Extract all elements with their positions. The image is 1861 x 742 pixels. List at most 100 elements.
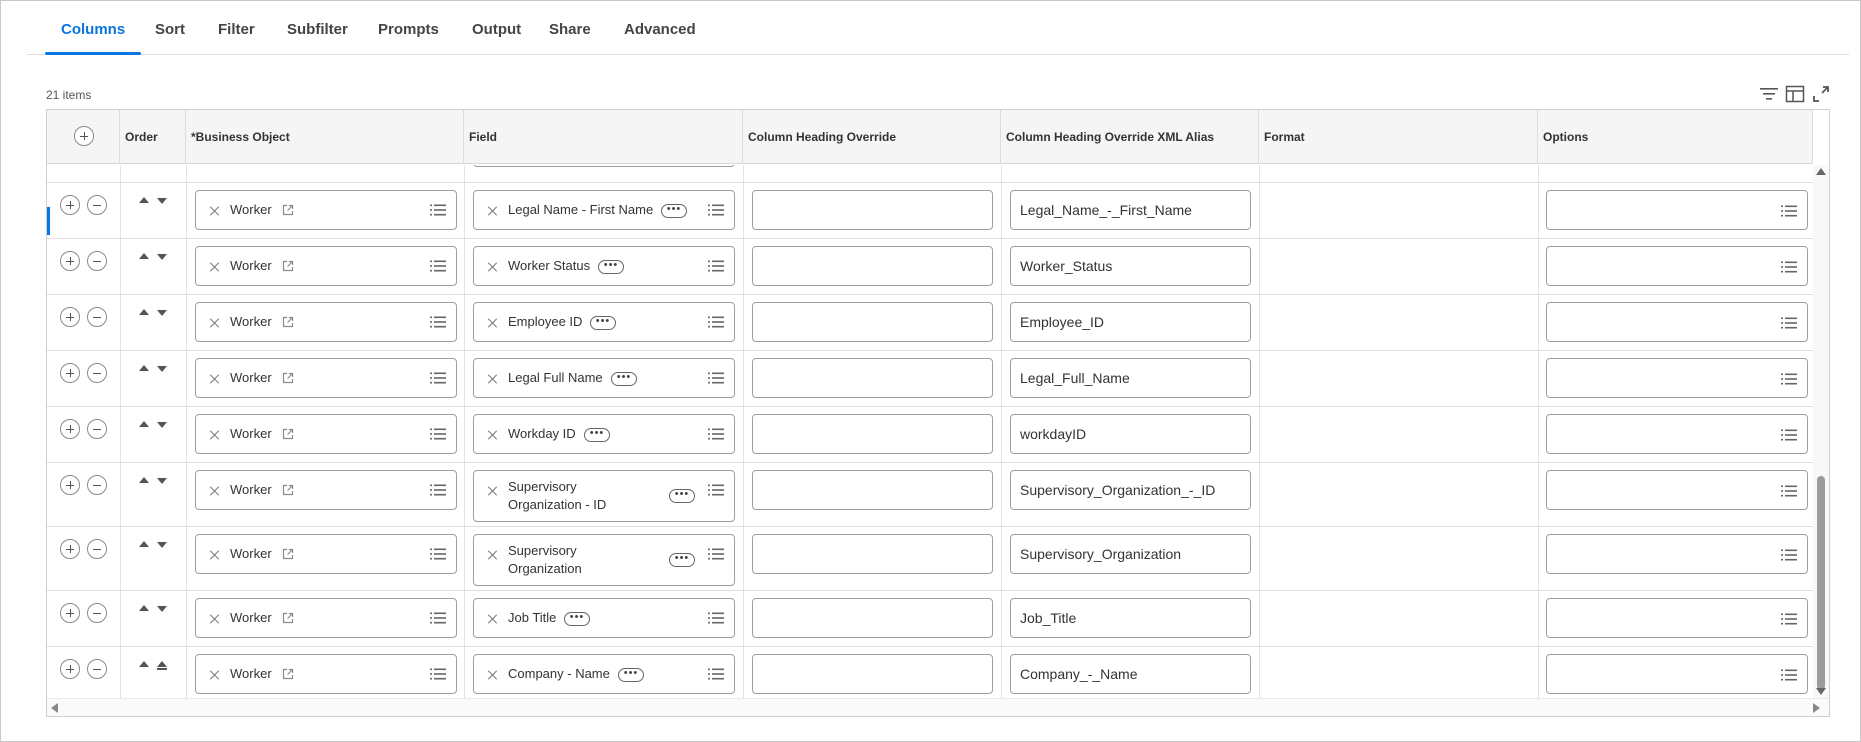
open-link-icon[interactable]: [282, 259, 294, 272]
move-down-icon[interactable]: [157, 366, 167, 372]
remove-business-object-icon[interactable]: [210, 486, 220, 496]
move-down-icon[interactable]: [157, 478, 167, 484]
move-down-icon[interactable]: [157, 422, 167, 428]
prompt-list-icon[interactable]: [708, 371, 724, 384]
remove-row-icon[interactable]: [87, 603, 107, 623]
remove-business-object-icon[interactable]: [210, 430, 220, 440]
options-field[interactable]: [1546, 470, 1808, 510]
field-selector[interactable]: Company - Name •••: [473, 654, 735, 694]
xml-alias-input[interactable]: [1010, 190, 1251, 230]
xml-alias-input[interactable]: [1010, 534, 1251, 574]
prompt-list-icon[interactable]: [430, 203, 446, 216]
prompt-list-icon[interactable]: [708, 315, 724, 328]
open-link-icon[interactable]: [282, 203, 294, 216]
business-object-field[interactable]: Worker: [195, 654, 457, 694]
add-row-icon[interactable]: [60, 307, 80, 327]
move-up-icon[interactable]: [139, 309, 149, 315]
remove-row-icon[interactable]: [87, 195, 107, 215]
scroll-down-icon[interactable]: [1816, 688, 1826, 695]
filter-icon[interactable]: [1759, 85, 1779, 103]
open-link-icon[interactable]: [282, 483, 294, 496]
column-layout-icon[interactable]: [1785, 85, 1805, 103]
move-up-icon[interactable]: [139, 661, 149, 667]
related-actions-icon[interactable]: •••: [669, 553, 695, 567]
open-link-icon[interactable]: [282, 611, 294, 624]
tab-prompts[interactable]: Prompts: [378, 21, 439, 55]
related-actions-icon[interactable]: •••: [669, 489, 695, 503]
move-down-icon[interactable]: [157, 542, 167, 548]
move-up-icon[interactable]: [139, 365, 149, 371]
remove-field-icon[interactable]: [488, 486, 498, 496]
field-selector[interactable]: Legal Full Name •••: [473, 358, 735, 398]
move-up-icon[interactable]: [139, 605, 149, 611]
remove-field-icon[interactable]: [488, 430, 498, 440]
prompt-list-icon[interactable]: [708, 611, 724, 624]
prompt-list-icon[interactable]: [1781, 548, 1797, 561]
prompt-list-icon[interactable]: [430, 667, 446, 680]
business-object-field[interactable]: Worker: [195, 470, 457, 510]
open-link-icon[interactable]: [282, 667, 294, 680]
tab-output[interactable]: Output: [472, 21, 521, 55]
add-row-icon[interactable]: [60, 603, 80, 623]
add-row-icon[interactable]: [60, 251, 80, 271]
related-actions-icon[interactable]: •••: [584, 428, 610, 442]
business-object-field[interactable]: Worker: [195, 246, 457, 286]
remove-field-icon[interactable]: [488, 550, 498, 560]
add-row-icon[interactable]: [60, 419, 80, 439]
prompt-list-icon[interactable]: [430, 427, 446, 440]
business-object-field[interactable]: Worker: [195, 598, 457, 638]
related-actions-icon[interactable]: •••: [618, 668, 644, 682]
prompt-list-icon[interactable]: [430, 371, 446, 384]
move-up-icon[interactable]: [139, 421, 149, 427]
related-actions-icon[interactable]: •••: [661, 204, 687, 218]
remove-business-object-icon[interactable]: [210, 550, 220, 560]
related-actions-icon[interactable]: •••: [564, 612, 590, 626]
remove-row-icon[interactable]: [87, 475, 107, 495]
remove-row-icon[interactable]: [87, 659, 107, 679]
scroll-left-icon[interactable]: [51, 703, 58, 713]
related-actions-icon[interactable]: •••: [590, 316, 616, 330]
scroll-up-icon[interactable]: [1816, 168, 1826, 175]
field-selector[interactable]: Employee ID •••: [473, 302, 735, 342]
add-row-icon[interactable]: [60, 475, 80, 495]
remove-field-icon[interactable]: [488, 614, 498, 624]
prompt-list-icon[interactable]: [708, 667, 724, 680]
remove-business-object-icon[interactable]: [210, 614, 220, 624]
move-up-icon[interactable]: [139, 253, 149, 259]
options-field[interactable]: [1546, 190, 1808, 230]
remove-row-icon[interactable]: [87, 251, 107, 271]
remove-field-icon[interactable]: [488, 206, 498, 216]
options-field[interactable]: [1546, 534, 1808, 574]
prompt-list-icon[interactable]: [1781, 668, 1797, 681]
remove-business-object-icon[interactable]: [210, 374, 220, 384]
xml-alias-input[interactable]: [1010, 598, 1251, 638]
business-object-field[interactable]: Worker: [195, 302, 457, 342]
remove-field-icon[interactable]: [488, 318, 498, 328]
remove-field-icon[interactable]: [488, 670, 498, 680]
remove-business-object-icon[interactable]: [210, 670, 220, 680]
prompt-list-icon[interactable]: [708, 483, 724, 496]
open-link-icon[interactable]: [282, 371, 294, 384]
field-selector[interactable]: Supervisory Organization - ID •••: [473, 470, 735, 522]
remove-row-icon[interactable]: [87, 363, 107, 383]
scroll-right-icon[interactable]: [1813, 703, 1820, 713]
field-selector[interactable]: Workday ID •••: [473, 414, 735, 454]
move-down-icon[interactable]: [157, 198, 167, 204]
business-object-field[interactable]: Worker: [195, 414, 457, 454]
prompt-list-icon[interactable]: [708, 547, 724, 560]
remove-row-icon[interactable]: [87, 539, 107, 559]
prompt-list-icon[interactable]: [1781, 612, 1797, 625]
add-row-icon[interactable]: [74, 126, 94, 146]
xml-alias-input[interactable]: [1010, 654, 1251, 694]
add-row-icon[interactable]: [60, 659, 80, 679]
column-heading-override-input[interactable]: [752, 358, 993, 398]
prompt-list-icon[interactable]: [1781, 428, 1797, 441]
xml-alias-input[interactable]: [1010, 302, 1251, 342]
vertical-scrollbar[interactable]: [1813, 165, 1829, 699]
add-row-icon[interactable]: [60, 195, 80, 215]
prompt-list-icon[interactable]: [430, 611, 446, 624]
prompt-list-icon[interactable]: [1781, 260, 1797, 273]
horizontal-scrollbar[interactable]: [47, 698, 1829, 716]
column-heading-override-input[interactable]: [752, 654, 993, 694]
remove-row-icon[interactable]: [87, 307, 107, 327]
